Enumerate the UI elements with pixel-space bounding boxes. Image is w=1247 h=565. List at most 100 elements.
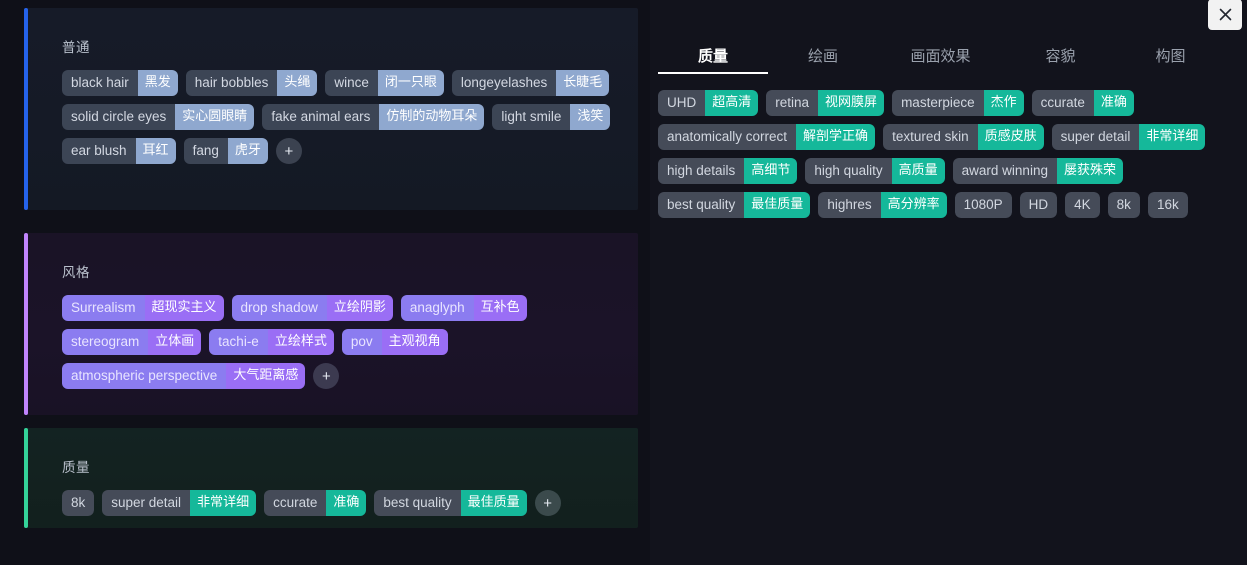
tag-chip[interactable]: UHD超高清 — [658, 90, 758, 116]
panel-quality: 质量 8k super detail非常详细 ccurate准确 best quali… — [24, 428, 638, 528]
tag-chip[interactable]: anaglyph互补色 — [401, 295, 527, 321]
tag-chip[interactable]: best quality最佳质量 — [374, 490, 526, 516]
tag-chip-en: ear blush — [62, 138, 136, 164]
tag-chip[interactable]: high quality高质量 — [805, 158, 944, 184]
tag-chip-en: ccurate — [264, 490, 326, 516]
tag-chip[interactable]: ccurate准确 — [264, 490, 366, 516]
panel-title-quality: 质量 — [62, 456, 638, 476]
panel-title-style: 风格 — [62, 261, 638, 281]
tag-chip-en: tachi-e — [209, 329, 268, 355]
tag-chip-en: Surrealism — [62, 295, 145, 321]
tag-chip[interactable]: best quality最佳质量 — [658, 192, 810, 218]
tag-chip-cn: 解剖学正确 — [796, 124, 875, 150]
tag-chip-en: drop shadow — [232, 295, 327, 321]
tag-chip[interactable]: tachi-e立绘样式 — [209, 329, 334, 355]
tag-chip-cn: 立绘样式 — [268, 329, 334, 355]
tag-row-quality: 8k super detail非常详细 ccurate准确 best quality最… — [62, 490, 638, 516]
tag-chip-en: high quality — [805, 158, 891, 184]
selected-tags-column: 普通 black hair黑发hair bobbles头绳wince闭一只眼lo… — [0, 0, 650, 565]
tag-chip-en: HD — [1020, 192, 1058, 218]
tag-chip-en: UHD — [658, 90, 705, 116]
tag-chip-cn: 黑发 — [138, 70, 178, 96]
tag-chip-en: super detail — [102, 490, 190, 516]
tag-chip-en: anaglyph — [401, 295, 474, 321]
tab-0[interactable]: 质量 — [658, 45, 768, 74]
tag-chip[interactable]: 4K — [1065, 192, 1100, 218]
tag-chip[interactable]: fake animal ears仿制的动物耳朵 — [262, 104, 484, 130]
tag-chip[interactable]: textured skin质感皮肤 — [883, 124, 1044, 150]
tag-chip-en: retina — [766, 90, 818, 116]
tag-chip-en: anatomically correct — [658, 124, 796, 150]
panel-style: 风格 Surrealism超现实主义 drop shadow立绘阴影 anaglyp… — [24, 233, 638, 415]
tag-chip[interactable]: stereogram立体画 — [62, 329, 201, 355]
tag-chip-cn: 高细节 — [744, 158, 797, 184]
tag-chip[interactable]: 1080P — [955, 192, 1012, 218]
tag-chip[interactable]: HD — [1020, 192, 1058, 218]
add-tag-button-normal[interactable]: + — [276, 138, 302, 164]
tag-chip-en: 8k — [62, 490, 94, 516]
tag-chip[interactable]: light smile浅笑 — [492, 104, 610, 130]
tag-chip-en: light smile — [492, 104, 570, 130]
tag-chip-en: 1080P — [955, 192, 1012, 218]
tag-chip[interactable]: drop shadow立绘阴影 — [232, 295, 393, 321]
tag-chip-cn: 超高清 — [705, 90, 758, 116]
tag-chip-cn: 质感皮肤 — [978, 124, 1044, 150]
tab-2[interactable]: 画面效果 — [878, 45, 1003, 74]
tag-chip[interactable]: pov主观视角 — [342, 329, 448, 355]
tag-chip[interactable]: solid circle eyes实心圆眼睛 — [62, 104, 254, 130]
tag-library-panel: 质量绘画画面效果容貌构图 UHD超高清 retina视网膜屏 masterpiece… — [650, 0, 1247, 565]
tag-chip[interactable]: ccurate准确 — [1032, 90, 1134, 116]
tag-row-style: Surrealism超现实主义 drop shadow立绘阴影 anaglyph互补… — [62, 295, 638, 389]
tag-chip-cn: 非常详细 — [1139, 124, 1205, 150]
tag-chip-cn: 实心圆眼睛 — [175, 104, 254, 130]
tag-chip[interactable]: wince闭一只眼 — [325, 70, 444, 96]
tag-chip-cn: 准确 — [326, 490, 366, 516]
close-button[interactable] — [1208, 0, 1242, 30]
tag-chip[interactable]: award winning屡获殊荣 — [953, 158, 1123, 184]
tag-chip-en: hair bobbles — [186, 70, 278, 96]
tag-chip[interactable]: super detail非常详细 — [102, 490, 256, 516]
tag-chip[interactable]: masterpiece杰作 — [892, 90, 1024, 116]
tag-chip[interactable]: fang虎牙 — [184, 138, 268, 164]
tag-library-list: UHD超高清 retina视网膜屏 masterpiece杰作 ccurate准确 an… — [650, 90, 1247, 218]
tag-chip-en: super detail — [1052, 124, 1140, 150]
tab-1[interactable]: 绘画 — [768, 45, 878, 74]
tag-chip-cn: 浅笑 — [570, 104, 610, 130]
tag-chip[interactable]: retina视网膜屏 — [766, 90, 884, 116]
tab-4[interactable]: 构图 — [1118, 45, 1223, 74]
tag-chip-en: best quality — [374, 490, 460, 516]
tag-chip-cn: 立绘阴影 — [327, 295, 393, 321]
tag-picker-dialog: 普通 black hair黑发hair bobbles头绳wince闭一只眼lo… — [0, 0, 1247, 565]
tag-chip-cn: 主观视角 — [382, 329, 448, 355]
tag-chip-en: longeyelashes — [452, 70, 556, 96]
tag-chip-en: solid circle eyes — [62, 104, 175, 130]
tag-chip[interactable]: anatomically correct解剖学正确 — [658, 124, 875, 150]
tag-chip-en: black hair — [62, 70, 138, 96]
tag-chip[interactable]: 8k — [62, 490, 94, 516]
tag-chip-en: textured skin — [883, 124, 978, 150]
tag-chip[interactable]: 8k — [1108, 192, 1140, 218]
tag-chip-cn: 最佳质量 — [461, 490, 527, 516]
tag-chip-en: wince — [325, 70, 378, 96]
tag-chip-cn: 最佳质量 — [744, 192, 810, 218]
add-tag-button-quality[interactable]: + — [535, 490, 561, 516]
tag-chip[interactable]: 16k — [1148, 192, 1188, 218]
tag-chip[interactable]: black hair黑发 — [62, 70, 178, 96]
tag-chip[interactable]: super detail非常详细 — [1052, 124, 1206, 150]
tag-chip[interactable]: high details高细节 — [658, 158, 797, 184]
tag-chip-en: best quality — [658, 192, 744, 218]
tag-chip[interactable]: ear blush耳红 — [62, 138, 176, 164]
tag-chip-en: 4K — [1065, 192, 1100, 218]
tag-chip[interactable]: longeyelashes长睫毛 — [452, 70, 609, 96]
tag-chip[interactable]: hair bobbles头绳 — [186, 70, 318, 96]
tag-chip[interactable]: highres高分辨率 — [818, 192, 946, 218]
panel-accent-bar-style — [24, 233, 28, 415]
add-tag-button-style[interactable]: + — [313, 363, 339, 389]
tag-chip-en: award winning — [953, 158, 1057, 184]
tab-3[interactable]: 容貌 — [1003, 45, 1118, 74]
tag-chip[interactable]: atmospheric perspective大气距离感 — [62, 363, 305, 389]
tag-chip-en: masterpiece — [892, 90, 984, 116]
tag-chip[interactable]: Surrealism超现实主义 — [62, 295, 224, 321]
tag-chip-cn: 视网膜屏 — [818, 90, 884, 116]
tag-chip-cn: 准确 — [1094, 90, 1134, 116]
